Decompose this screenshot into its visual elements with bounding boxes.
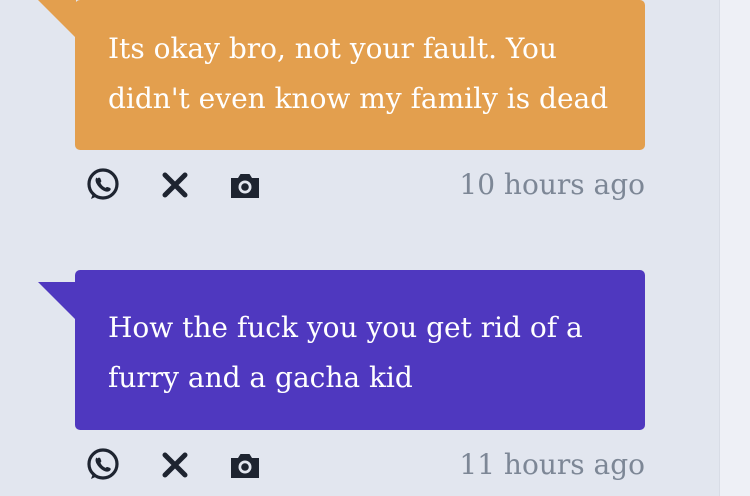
message-bubble: How the fuck you you get rid of a furry …: [75, 270, 645, 430]
message-timestamp: 10 hours ago: [459, 168, 645, 201]
message-actions: 11 hours ago: [85, 447, 645, 487]
close-icon[interactable]: [157, 447, 193, 483]
camera-icon[interactable]: [227, 167, 263, 203]
bubble-tail: [38, 282, 76, 320]
message-text: How the fuck you you get rid of a furry …: [108, 311, 583, 394]
message-bubble: Its okay bro, not your fault. You didn't…: [75, 0, 645, 150]
close-icon[interactable]: [157, 167, 193, 203]
whatsapp-icon[interactable]: [85, 447, 121, 483]
bubble-tail: [38, 0, 76, 38]
scroll-gutter: [719, 0, 750, 496]
camera-icon[interactable]: [227, 447, 263, 483]
message-actions: 10 hours ago: [85, 167, 645, 207]
message-text: Its okay bro, not your fault. You didn't…: [108, 32, 609, 115]
whatsapp-icon[interactable]: [85, 167, 121, 203]
message-timestamp: 11 hours ago: [459, 448, 645, 481]
